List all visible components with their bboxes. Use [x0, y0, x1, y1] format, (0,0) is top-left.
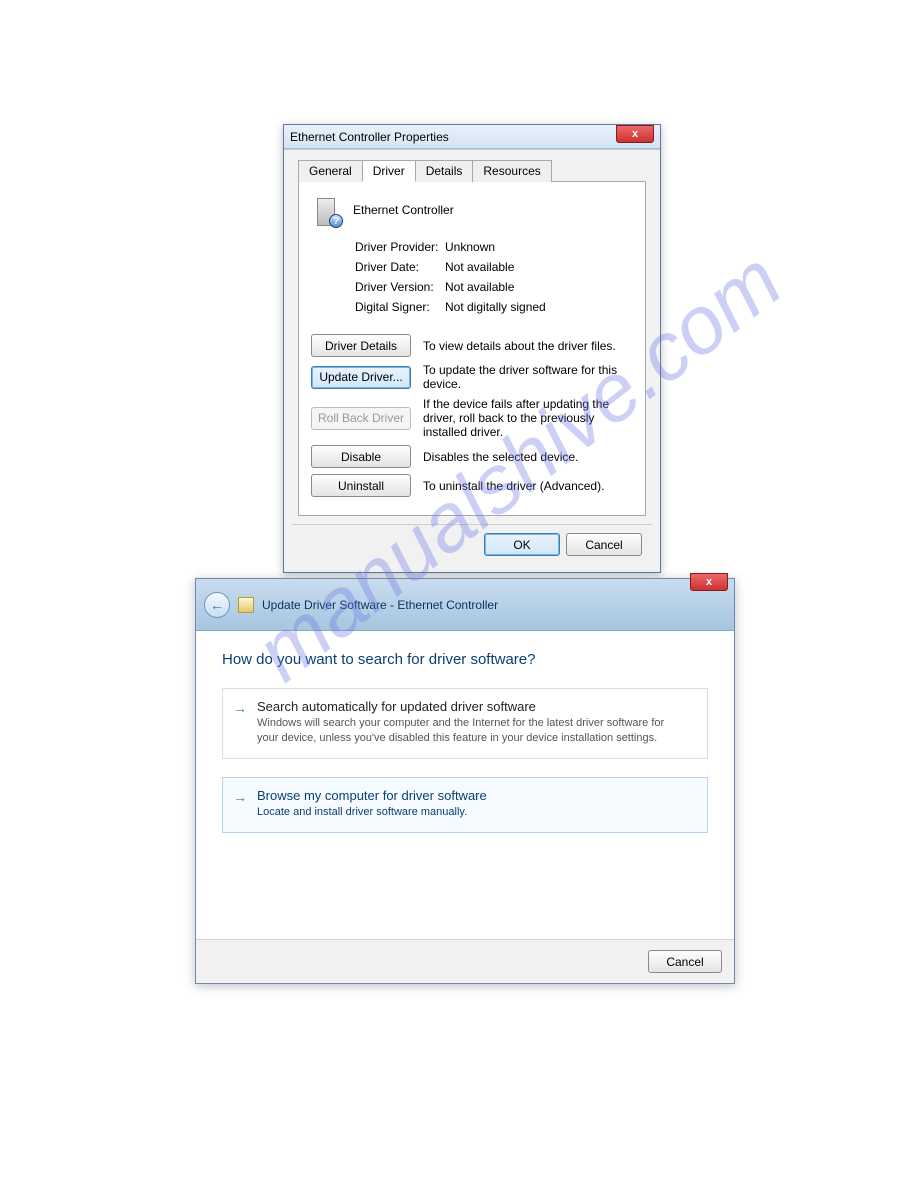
close-button[interactable]: x	[616, 125, 654, 143]
option-title: Search automatically for updated driver …	[257, 699, 695, 714]
option-title: Browse my computer for driver software	[257, 788, 695, 803]
update-driver-wizard: ← Update Driver Software - Ethernet Cont…	[195, 578, 735, 984]
driver-details-button[interactable]: Driver Details	[311, 334, 411, 357]
driver-info: Driver Provider:Unknown Driver Date:Not …	[355, 240, 633, 314]
uninstall-button[interactable]: Uninstall	[311, 474, 411, 497]
close-icon: x	[706, 576, 712, 588]
cancel-button[interactable]: Cancel	[648, 950, 722, 973]
update-driver-button[interactable]: Update Driver...	[311, 366, 411, 389]
tab-strip: General Driver Details Resources	[298, 160, 646, 182]
tab-general[interactable]: General	[298, 160, 363, 182]
window-title: Ethernet Controller Properties	[290, 130, 449, 144]
close-icon: x	[632, 128, 638, 140]
date-value: Not available	[445, 260, 514, 274]
close-button[interactable]: x	[690, 573, 728, 591]
signer-value: Not digitally signed	[445, 300, 546, 314]
option-subtitle: Windows will search your computer and th…	[257, 716, 677, 746]
back-arrow-icon: ←	[210, 597, 224, 613]
disable-desc: Disables the selected device.	[423, 450, 633, 464]
wizard-body: How do you want to search for driver sof…	[196, 631, 734, 871]
titlebar[interactable]: Ethernet Controller Properties x	[284, 125, 660, 149]
tab-resources[interactable]: Resources	[472, 160, 551, 182]
back-button[interactable]: ←	[204, 592, 230, 618]
arrow-right-icon: →	[233, 701, 247, 715]
date-label: Driver Date:	[355, 260, 445, 274]
cancel-button[interactable]: Cancel	[566, 533, 642, 556]
device-name: Ethernet Controller	[353, 203, 454, 217]
signer-label: Digital Signer:	[355, 300, 445, 314]
wizard-title: Update Driver Software - Ethernet Contro…	[262, 598, 498, 612]
wizard-footer: Cancel	[196, 939, 734, 983]
version-label: Driver Version:	[355, 280, 445, 294]
arrow-right-icon: →	[233, 790, 247, 804]
device-icon: ?	[311, 194, 343, 226]
ok-button[interactable]: OK	[484, 533, 560, 556]
option-subtitle: Locate and install driver software manua…	[257, 805, 677, 820]
option-browse-computer[interactable]: → Browse my computer for driver software…	[222, 777, 708, 833]
tab-details[interactable]: Details	[415, 160, 474, 182]
wizard-heading: How do you want to search for driver sof…	[222, 651, 708, 668]
device-header: ? Ethernet Controller	[311, 194, 633, 226]
tab-driver[interactable]: Driver	[362, 160, 416, 182]
provider-value: Unknown	[445, 240, 495, 254]
dialog-body: General Driver Details Resources ? Ether…	[284, 149, 660, 572]
disable-button[interactable]: Disable	[311, 445, 411, 468]
version-value: Not available	[445, 280, 514, 294]
driver-tab-panel: ? Ethernet Controller Driver Provider:Un…	[298, 181, 646, 516]
roll-back-desc: If the device fails after updating the d…	[423, 397, 633, 439]
uninstall-desc: To uninstall the driver (Advanced).	[423, 479, 633, 493]
provider-label: Driver Provider:	[355, 240, 445, 254]
roll-back-driver-button: Roll Back Driver	[311, 407, 411, 430]
update-driver-desc: To update the driver software for this d…	[423, 363, 633, 391]
option-search-automatically[interactable]: → Search automatically for updated drive…	[222, 688, 708, 759]
wizard-titlebar[interactable]: ← Update Driver Software - Ethernet Cont…	[196, 579, 734, 631]
properties-dialog: Ethernet Controller Properties x General…	[283, 124, 661, 573]
wizard-icon	[238, 597, 254, 613]
dialog-footer: OK Cancel	[292, 524, 652, 564]
driver-details-desc: To view details about the driver files.	[423, 339, 633, 353]
